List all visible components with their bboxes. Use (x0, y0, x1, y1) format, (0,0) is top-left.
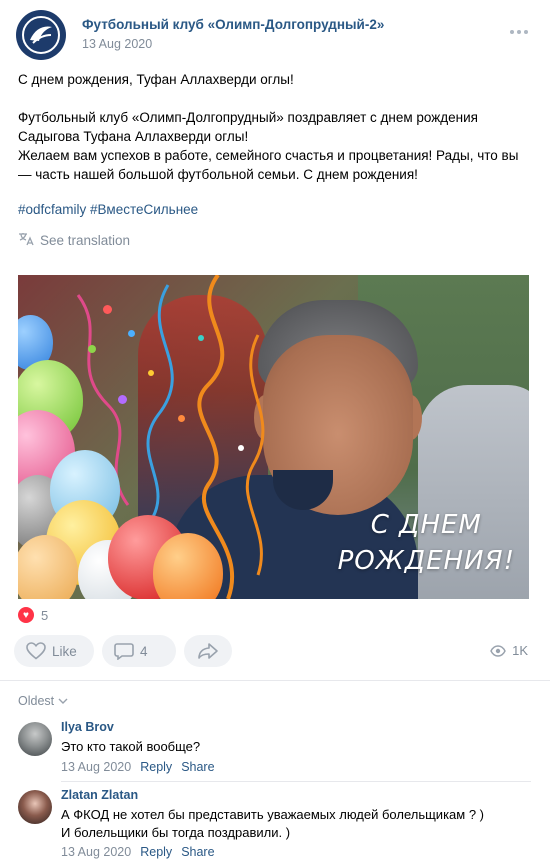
views-counter: 1K (490, 643, 528, 658)
see-translation-label: See translation (40, 233, 131, 248)
more-options-icon[interactable] (506, 22, 532, 42)
comment-date[interactable]: 13 Aug 2020 (61, 760, 131, 774)
divider (61, 781, 531, 782)
photo-caption-line2: РОЖДЕНИЯ! (337, 546, 515, 576)
comments-sort-dropdown[interactable]: Oldest (18, 694, 68, 708)
photo-caption: С ДНЕМ РОЖДЕНИЯ! (338, 507, 515, 579)
comment-text: А ФКОД не хотел бы представить уважаемых… (61, 807, 484, 840)
translate-icon (18, 232, 34, 249)
chevron-down-icon (58, 694, 68, 708)
share-button[interactable]: Share (181, 760, 214, 774)
comment-button[interactable]: 4 (102, 635, 176, 667)
divider (0, 680, 550, 681)
like-label: Like (52, 643, 77, 659)
avatar[interactable] (18, 722, 52, 756)
comment-item: Zlatan Zlatan А ФКОД не хотел бы предста… (18, 788, 533, 860)
post-body: Футбольный клуб «Олимп-Долгопрудный» поз… (18, 110, 519, 182)
share-icon (197, 642, 219, 660)
post-photo[interactable]: С ДНЕМ РОЖДЕНИЯ! (18, 275, 529, 599)
comment-icon (114, 642, 134, 660)
comment-meta: 13 Aug 2020 Reply Share (61, 845, 215, 859)
post-text: С днем рождения, Туфан Аллахверди оглы! … (18, 70, 533, 184)
hashtags: #odfcfamily #ВместеСильнее (18, 202, 198, 217)
hashtag-link[interactable]: #ВместеСильнее (90, 202, 198, 217)
reactions-summary[interactable]: ♥ 5 (18, 607, 48, 623)
avatar[interactable] (18, 790, 52, 824)
hashtag-link[interactable]: #odfcfamily (18, 202, 86, 217)
see-translation-button[interactable]: See translation (18, 232, 130, 249)
reply-button[interactable]: Reply (140, 760, 172, 774)
wall-post: Футбольный клуб «Олимп-Долгопрудный-2» 1… (0, 0, 550, 863)
share-button[interactable]: Share (181, 845, 214, 859)
club-logo-icon (22, 16, 60, 54)
heart-outline-icon (26, 642, 46, 660)
comment-meta: 13 Aug 2020 Reply Share (61, 760, 215, 774)
photo-caption-line1: С ДНЕМ (370, 510, 482, 540)
comment-date[interactable]: 13 Aug 2020 (61, 845, 131, 859)
comment-author[interactable]: Zlatan Zlatan (61, 788, 138, 802)
share-button[interactable] (184, 635, 232, 667)
heart-icon: ♥ (18, 607, 34, 623)
post-actions: Like 4 1K (14, 635, 536, 667)
comment-text: Это кто такой вообще? (61, 739, 201, 754)
reaction-count: 5 (41, 607, 49, 623)
reply-button[interactable]: Reply (140, 845, 172, 859)
sort-label: Oldest (18, 694, 55, 708)
eye-icon (490, 644, 506, 657)
like-button[interactable]: Like (14, 635, 94, 667)
comment-author[interactable]: Ilya Brov (61, 720, 114, 734)
views-count: 1K (512, 643, 528, 658)
post-header: Футбольный клуб «Олимп-Долгопрудный-2» 1… (16, 10, 536, 60)
post-author[interactable]: Футбольный клуб «Олимп-Долгопрудный-2» (82, 17, 384, 32)
comment-count: 4 (140, 643, 148, 659)
post-greeting: С днем рождения, Туфан Аллахверди оглы! (18, 72, 294, 87)
comment-item: Ilya Brov Это кто такой вообще? 13 Aug 2… (18, 720, 533, 776)
post-date[interactable]: 13 Aug 2020 (82, 37, 152, 51)
club-avatar[interactable] (16, 10, 66, 60)
